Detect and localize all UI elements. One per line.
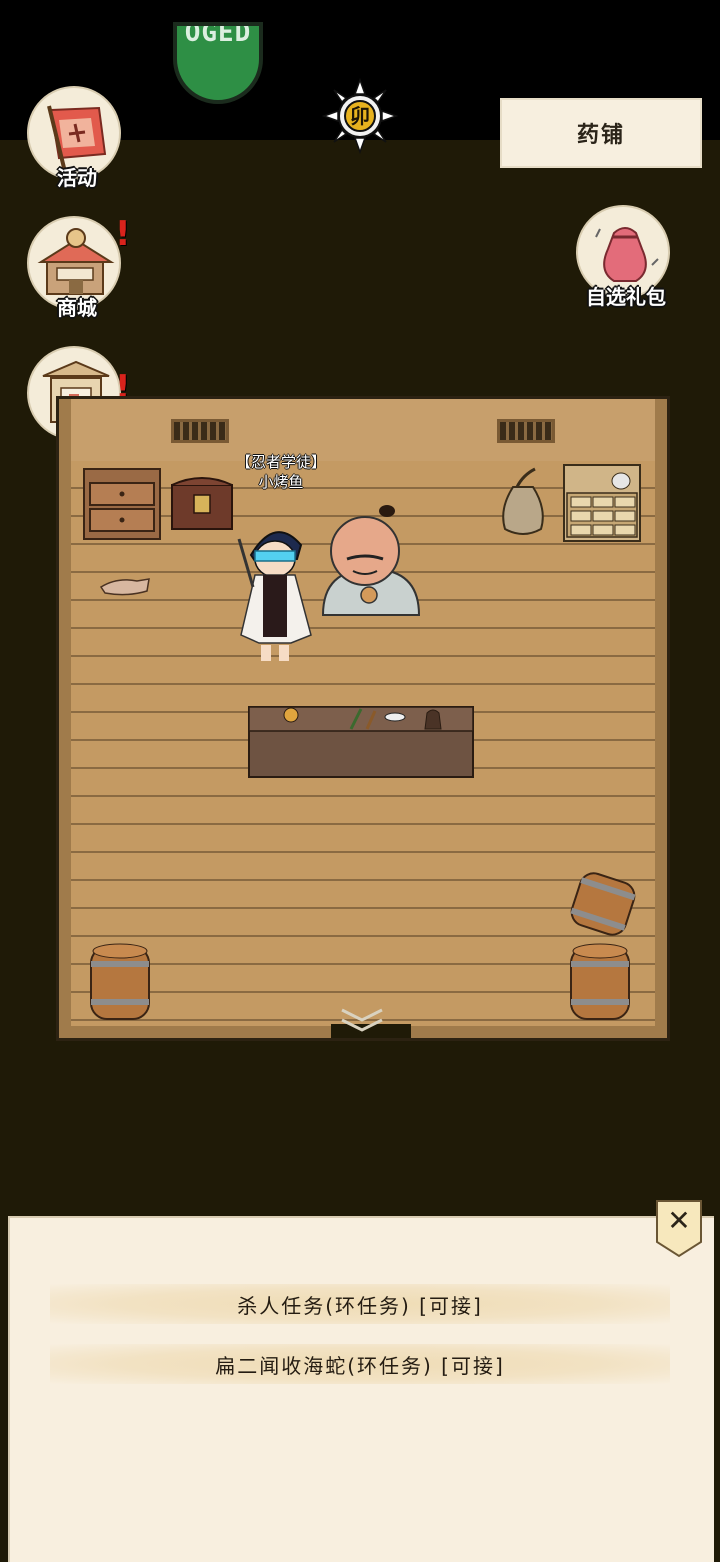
gift-pack-button[interactable]: 自选礼包 <box>576 205 676 309</box>
shop-alert-icon: ! <box>115 214 131 254</box>
barrel-right[interactable] <box>565 941 635 1023</box>
wall-vent <box>497 419 555 443</box>
grain-sack <box>502 467 544 535</box>
announcement-alert-icon: ! <box>115 368 131 408</box>
quest-option-label: 扁二闻收海蛇(环任务) [可接] <box>215 1353 505 1378</box>
medicine-cabinet[interactable] <box>561 463 643 543</box>
barrel-tipped[interactable] <box>565 869 641 939</box>
room-back-wall <box>59 399 667 464</box>
player-name-tag: 【忍者学徒】 小烤鱼 <box>226 452 336 492</box>
shop-button[interactable]: ! 商城 <box>27 214 131 320</box>
location-label: 药铺 <box>500 98 702 168</box>
close-icon: ✕ <box>667 1204 691 1237</box>
shop-label: 商城 <box>57 296 97 320</box>
drawer-cabinet[interactable] <box>81 463 163 543</box>
player-title: 【忍者学徒】 <box>235 453 326 471</box>
close-dialog-button[interactable]: ✕ <box>654 1198 704 1258</box>
quest-option-kill[interactable]: 杀人任务(环任务) [可接] <box>50 1284 670 1324</box>
quest-dialog-panel <box>8 1216 714 1562</box>
shop-counter[interactable] <box>247 703 475 781</box>
game-room-scene[interactable] <box>56 396 670 1041</box>
room-edge-left <box>59 399 71 1038</box>
player-name: 小烤鱼 <box>258 473 304 491</box>
exit-chevron-icon[interactable] <box>337 1004 387 1034</box>
wall-vent <box>171 419 229 443</box>
merchant-npc[interactable] <box>313 505 429 621</box>
events-label: 活动 <box>57 166 97 190</box>
events-button[interactable]: 活动 <box>27 86 127 190</box>
gift-pack-label: 自选礼包 <box>586 285 666 309</box>
status-badge-text: OGED <box>184 22 252 48</box>
glove-item[interactable] <box>97 571 151 601</box>
room-edge-right <box>655 399 667 1038</box>
barrel-left[interactable] <box>85 941 155 1023</box>
quest-option-sea-snake[interactable]: 扁二闻收海蛇(环任务) [可接] <box>50 1344 670 1384</box>
time-label: 卯 <box>350 104 370 128</box>
quest-option-label: 杀人任务(环任务) [可接] <box>237 1293 483 1318</box>
player-character[interactable] <box>231 515 319 669</box>
